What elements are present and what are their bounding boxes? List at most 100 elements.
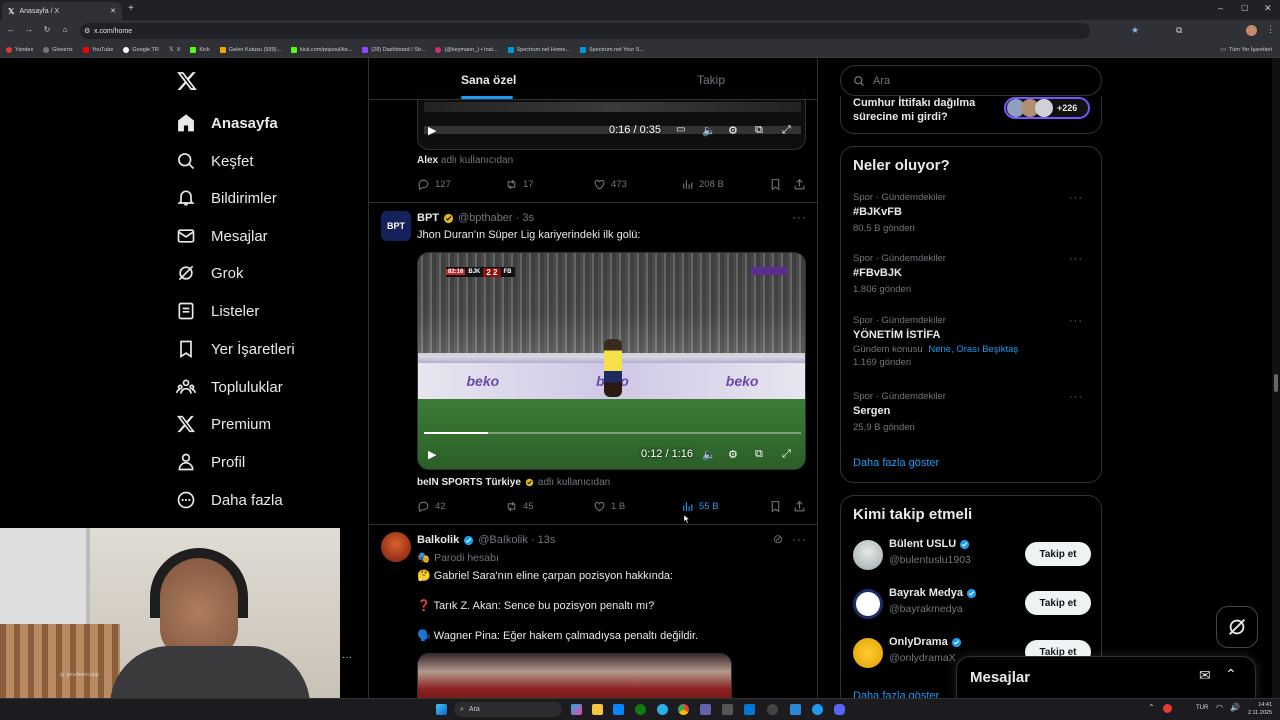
more-options-icon[interactable]: ···: [1069, 192, 1083, 204]
edge-icon[interactable]: [657, 704, 668, 715]
bookmark-icon[interactable]: [769, 500, 782, 513]
new-message-icon[interactable]: ✉: [1199, 667, 1211, 684]
store-icon[interactable]: [613, 704, 624, 715]
play-icon[interactable]: ▶: [428, 124, 436, 137]
share-icon[interactable]: [793, 178, 806, 191]
tray-app-icon[interactable]: [1163, 704, 1172, 713]
back-icon[interactable]: ←: [4, 25, 18, 34]
show-more-link[interactable]: Daha fazla göster: [853, 457, 939, 469]
nav-item-explore[interactable]: Keşfet: [176, 149, 254, 173]
taskbar-lang[interactable]: TUR: [1196, 705, 1208, 711]
nav-item-home[interactable]: Anasayfa: [176, 111, 278, 135]
app-icon[interactable]: [722, 704, 733, 715]
more-options-icon[interactable]: ···: [1069, 391, 1083, 403]
nav-item-lists[interactable]: Listeler: [176, 299, 259, 323]
bookmark-item[interactable]: Kick: [190, 46, 210, 53]
scrollbar-thumb[interactable]: [1274, 374, 1278, 392]
grok-floating-button[interactable]: [1216, 606, 1258, 648]
chrome-icon[interactable]: [678, 704, 689, 715]
repost-button[interactable]: 45: [505, 500, 534, 513]
grok-icon[interactable]: ⊘: [773, 532, 783, 546]
bookmark-item[interactable]: YouTube: [82, 46, 113, 53]
captions-icon[interactable]: ▭: [676, 124, 685, 135]
tab-close-icon[interactable]: ✕: [110, 7, 116, 15]
volume-icon[interactable]: 🔊: [1230, 703, 1240, 712]
bookmark-item[interactable]: kick.com/pojsoul/ke...: [291, 46, 352, 53]
extensions-icon[interactable]: ⧉: [1176, 25, 1182, 36]
profile-avatar-icon[interactable]: [1246, 25, 1257, 36]
home-icon[interactable]: ⌂: [58, 25, 72, 34]
pip-icon[interactable]: ⧉: [755, 124, 763, 137]
views-button[interactable]: 208 B: [681, 178, 724, 191]
source-name[interactable]: Alex: [417, 155, 438, 166]
trend-item[interactable]: Spor · Gündemdekiler YÖNETİM İSTİFA Günd…: [853, 315, 1091, 368]
app-icon[interactable]: [700, 704, 711, 715]
app-icon[interactable]: [767, 704, 778, 715]
video-progress-track[interactable]: [424, 432, 801, 434]
volume-icon[interactable]: 🔈: [702, 124, 716, 137]
trend-item[interactable]: Spor · Gündemdekiler #FBvBJK 1.806 gönde…: [853, 253, 1091, 295]
follow-button[interactable]: Takip et: [1025, 542, 1091, 566]
nav-item-notifications[interactable]: Bildirimler: [176, 186, 277, 210]
taskbar-clock[interactable]: 14:41 2.11.2025: [1246, 701, 1272, 717]
site-info-icon[interactable]: ⚙: [84, 27, 90, 35]
trend-item[interactable]: Spor · Gündemdekiler Sergen 25,9 B gönde…: [853, 391, 1091, 433]
nav-item-grok[interactable]: Grok: [176, 261, 244, 285]
app-icon[interactable]: [812, 704, 823, 715]
bookmark-item[interactable]: Gelen Kutusu (939)...: [219, 46, 281, 53]
new-tab-icon[interactable]: +: [128, 3, 134, 14]
bookmark-icon[interactable]: [769, 178, 782, 191]
share-icon[interactable]: [793, 500, 806, 513]
forward-icon[interactable]: →: [22, 25, 36, 34]
expand-drawer-icon[interactable]: ⌃: [1225, 666, 1237, 683]
sidebar-more-dots-icon[interactable]: ···: [342, 652, 352, 663]
more-options-icon[interactable]: ···: [792, 532, 807, 546]
browser-menu-icon[interactable]: ⋮: [1266, 24, 1275, 35]
nav-item-messages[interactable]: Mesajlar: [176, 224, 268, 248]
window-close-icon[interactable]: ✕: [1264, 3, 1272, 14]
search-input[interactable]: Ara: [840, 65, 1102, 96]
all-bookmarks[interactable]: ▭ Tüm Yer İşaretleri: [1220, 46, 1272, 54]
nav-item-premium[interactable]: Premium: [176, 412, 271, 436]
more-options-icon[interactable]: ···: [1069, 253, 1083, 265]
xbox-icon[interactable]: [635, 704, 646, 715]
bookmark-item[interactable]: Glovertz: [43, 46, 73, 53]
browser-tab-active[interactable]: 𝕏 Anasayfa / X ✕: [2, 2, 122, 20]
follow-suggestion[interactable]: Bayrak Medya @bayrakmedya Takip et: [853, 585, 1091, 625]
fullscreen-icon[interactable]: ⤢: [782, 124, 791, 137]
nav-item-more[interactable]: Daha fazla: [176, 488, 283, 512]
nav-item-bookmarks[interactable]: Yer İşaretleri: [176, 337, 295, 361]
x-logo-icon[interactable]: [176, 70, 200, 94]
nav-item-communities[interactable]: Topluluklar: [176, 375, 283, 399]
more-options-icon[interactable]: ···: [1069, 315, 1083, 327]
nav-item-profile[interactable]: Profil: [176, 450, 245, 474]
tweet-video-player[interactable]: bekobekobeko 82:16 BJK 2 2 FB ▶ 0:12 / 1…: [417, 252, 806, 470]
messages-drawer[interactable]: Mesajlar ✉ ⌃: [956, 656, 1256, 698]
tab-following[interactable]: Takip: [697, 73, 725, 87]
show-more-link[interactable]: Daha fazla göster: [853, 690, 939, 698]
reply-button[interactable]: 42: [417, 500, 446, 513]
repost-button[interactable]: 17: [505, 178, 534, 191]
reply-button[interactable]: 127: [417, 178, 451, 191]
source-name[interactable]: beIN SPORTS Türkiye: [417, 477, 521, 488]
avatar[interactable]: [853, 589, 883, 619]
author-handle[interactable]: @BaIkolik · 13s: [478, 534, 555, 546]
bookmark-star-icon[interactable]: ★: [1131, 25, 1139, 36]
tweet-image[interactable]: [417, 653, 732, 698]
trend-item[interactable]: Spor · Gündemdekiler #BJKvFB 80,5 B gönd…: [853, 192, 1091, 234]
main-feed[interactable]: Sana özel Takip ▶ 0:16 / 0:35 ▭ 🔈 ⚙ ⧉ ⤢ …: [368, 58, 818, 698]
follow-button[interactable]: Takip et: [1025, 591, 1091, 615]
avatar[interactable]: [381, 532, 411, 562]
more-options-icon[interactable]: ···: [792, 210, 807, 224]
settings-gear-icon[interactable]: ⚙: [728, 124, 738, 137]
taskbar-search[interactable]: ⌕ Ara: [454, 702, 562, 717]
bookmark-item[interactable]: (28) Dashboard / Str...: [362, 46, 425, 53]
file-explorer-icon[interactable]: [592, 704, 603, 715]
tray-chevron-icon[interactable]: ⌃: [1148, 703, 1155, 712]
bookmark-item[interactable]: Yandex: [6, 46, 33, 53]
bookmark-item[interactable]: (@keymann_) • Inst...: [435, 46, 498, 53]
bookmark-item[interactable]: Spectrum.net Home...: [507, 46, 570, 53]
avatar[interactable]: BPT: [381, 211, 411, 241]
bookmark-item[interactable]: Spectrum.net Your S...: [580, 46, 644, 53]
discord-icon[interactable]: [834, 704, 845, 715]
